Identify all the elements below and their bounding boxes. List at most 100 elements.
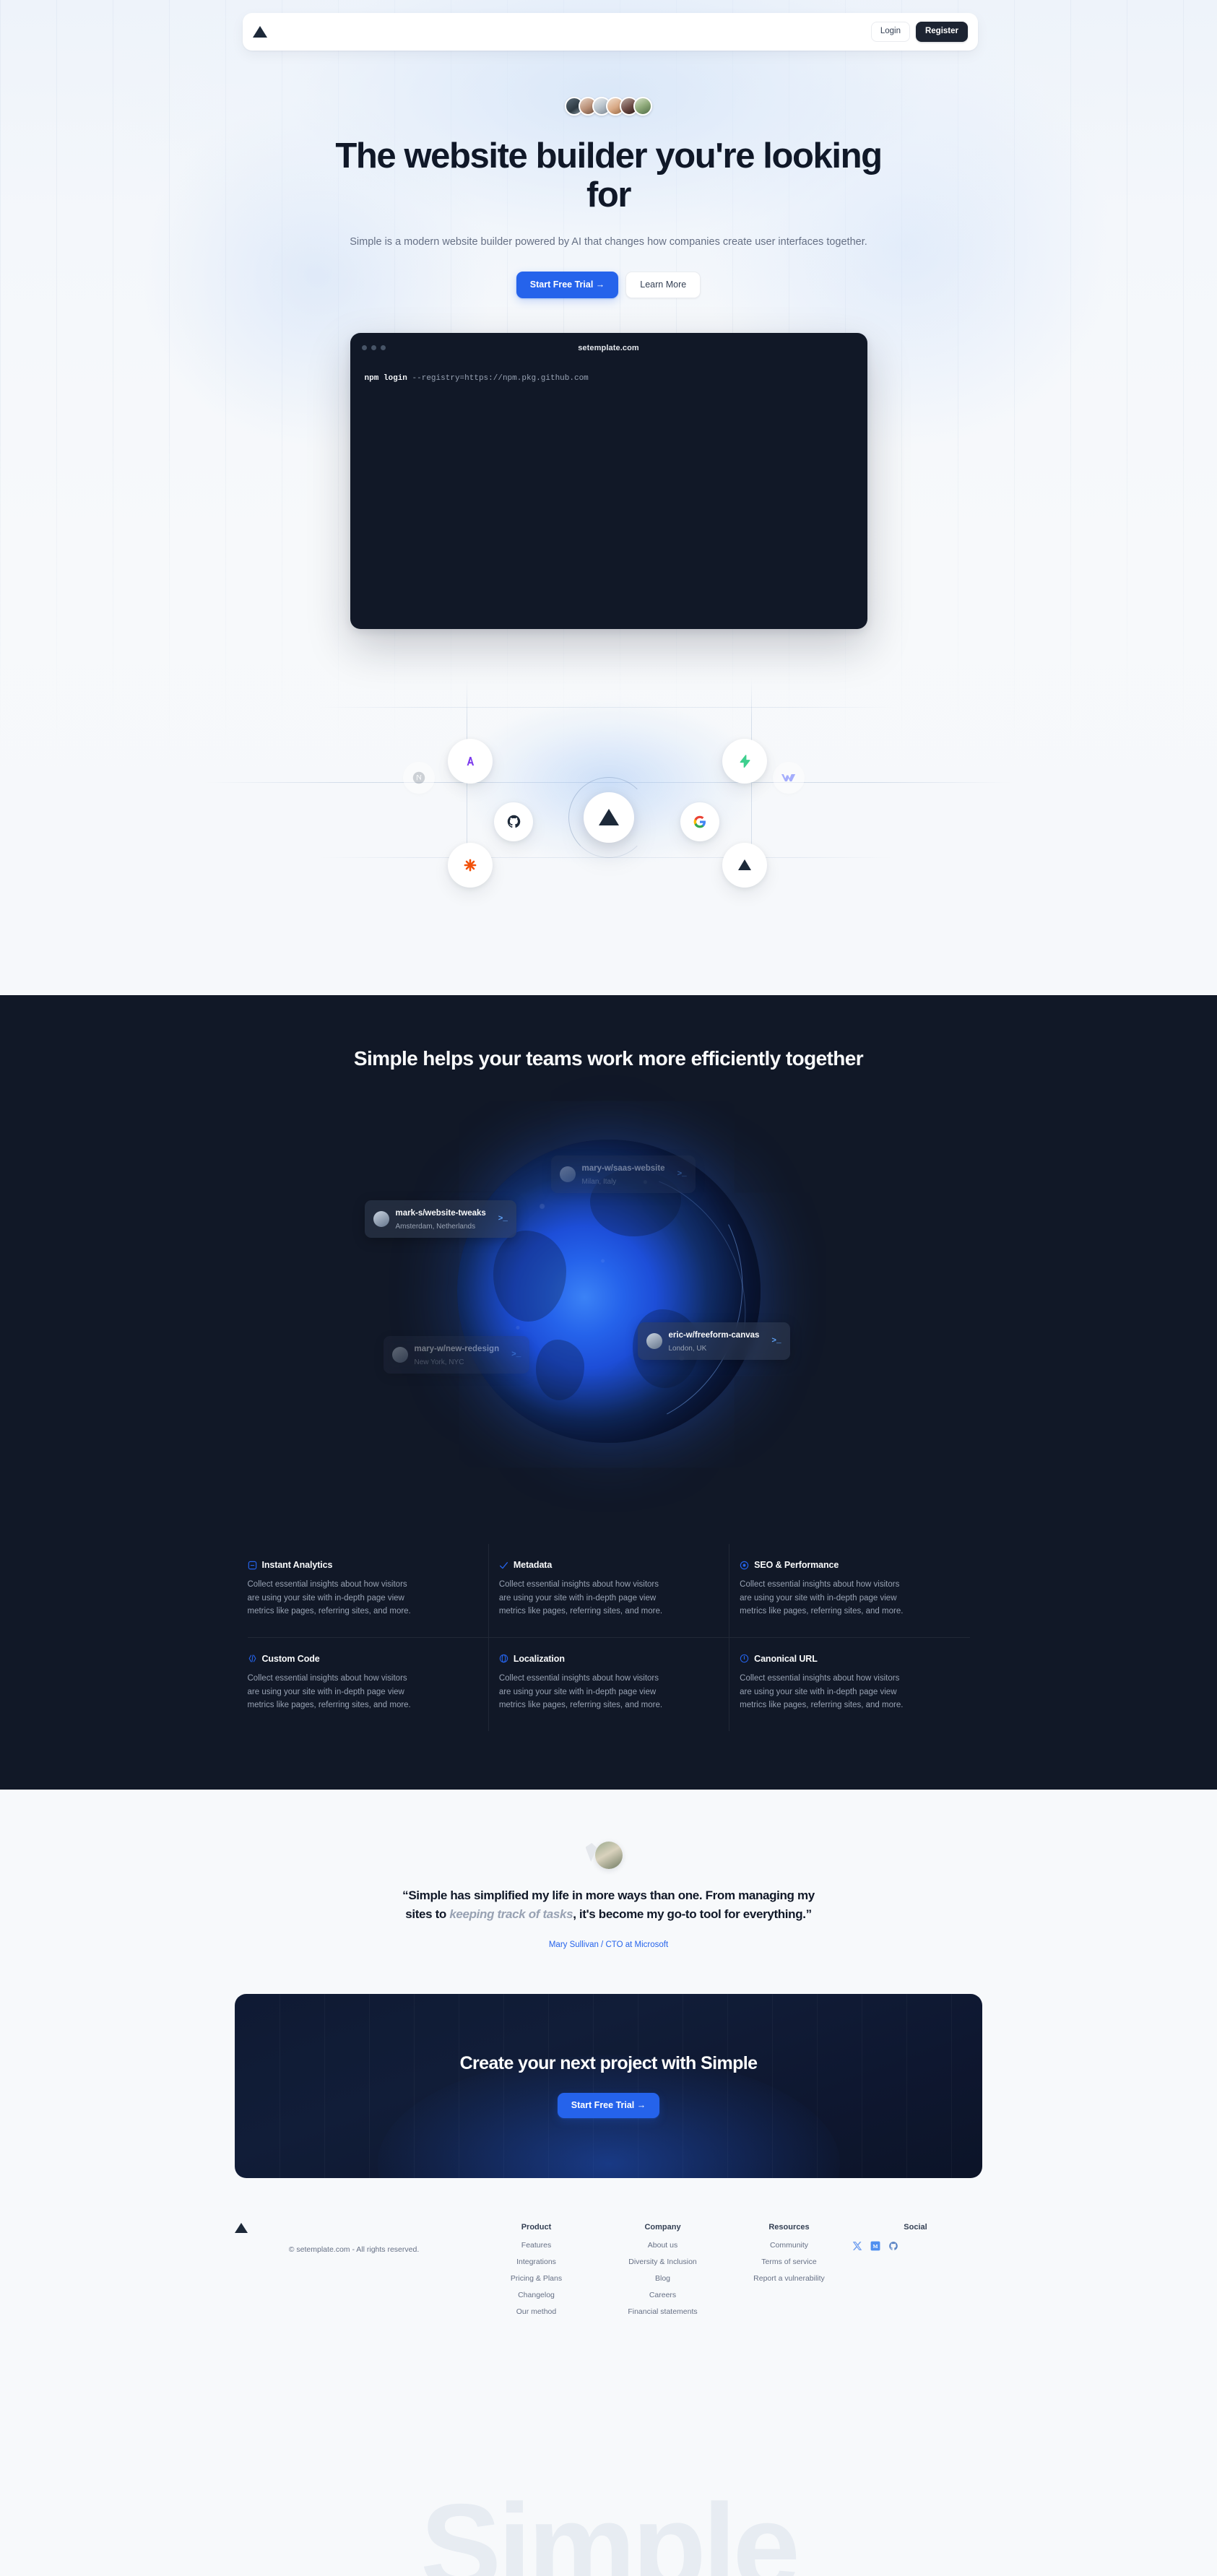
triangle-logo-icon[interactable] xyxy=(253,26,267,38)
testimonial-section: “Simple has simplified my life in more w… xyxy=(0,1790,1217,2346)
footer-link[interactable]: Features xyxy=(473,2241,599,2250)
feature-item: SEO & Performance Collect essential insi… xyxy=(729,1544,969,1637)
landing-page: Login Register The website builder you'r… xyxy=(0,0,1217,2576)
register-button[interactable]: Register xyxy=(915,22,968,42)
footer-link[interactable]: Blog xyxy=(599,2274,726,2283)
integration-node-nextjs[interactable] xyxy=(403,761,435,794)
globe-card[interactable]: eric-w/freeform-canvas London, UK >_ xyxy=(637,1322,790,1360)
footer-column-company: Company About us Diversity & Inclusion B… xyxy=(599,2223,726,2324)
globe-card[interactable]: mary-w/new-redesign New York, NYC >_ xyxy=(383,1336,530,1374)
social-links: M xyxy=(852,2241,979,2251)
center-ring-decoration xyxy=(568,776,649,858)
footer-column-heading: Product xyxy=(521,2222,552,2232)
medium-icon[interactable]: M xyxy=(870,2241,880,2251)
footer-link[interactable]: Our method xyxy=(473,2307,599,2316)
globe-card-location: London, UK xyxy=(668,1345,707,1353)
feature-description: Collect essential insights about how vis… xyxy=(247,1673,411,1710)
nextjs-icon xyxy=(412,771,425,784)
footer-link[interactable]: Diversity & Inclusion xyxy=(599,2258,726,2266)
quote-emphasis: keeping track of tasks xyxy=(449,1907,573,1922)
terminal-args: --registry=https://npm.pkg.github.com xyxy=(412,373,589,383)
svg-text:M: M xyxy=(872,2243,878,2250)
integration-node-google[interactable] xyxy=(680,802,719,841)
cta-banner: Create your next project with Simple Sta… xyxy=(235,1993,982,2178)
feature-header: Custom Code xyxy=(248,1654,469,1664)
footer-link[interactable]: Pricing & Plans xyxy=(473,2274,599,2283)
footer-link[interactable]: Financial statements xyxy=(599,2307,726,2316)
feature-item: Instant Analytics Collect essential insi… xyxy=(248,1544,488,1637)
webflow-icon xyxy=(781,773,796,781)
anthropic-icon xyxy=(467,756,475,766)
feature-item: Localization Collect essential insights … xyxy=(488,1636,729,1731)
hero-cta-group: Start Free Trial → Learn More xyxy=(0,272,1217,298)
feature-description: Collect essential insights about how vis… xyxy=(498,1673,663,1710)
globe-icon xyxy=(499,1655,508,1663)
google-icon xyxy=(693,815,706,828)
nav-actions: Login Register xyxy=(870,22,968,42)
target-icon xyxy=(740,1561,749,1569)
minimize-dot-icon[interactable] xyxy=(371,345,376,351)
footer-column-heading: Resources xyxy=(768,2222,810,2232)
check-icon xyxy=(499,1561,508,1569)
footer-link[interactable]: Community xyxy=(726,2241,852,2250)
footer-link[interactable]: Integrations xyxy=(473,2258,599,2266)
integration-node-asterisk[interactable] xyxy=(448,842,493,888)
feature-title: Canonical URL xyxy=(754,1653,818,1664)
terminal-titlebar: setemplate.com xyxy=(350,333,867,363)
footer-link[interactable]: Careers xyxy=(599,2291,726,2299)
cta-heading: Create your next project with Simple xyxy=(459,2053,758,2074)
triangle-logo-icon[interactable] xyxy=(235,2222,248,2233)
integration-node-vercel[interactable] xyxy=(722,842,767,888)
terminal-command: npm login xyxy=(364,373,407,383)
start-free-trial-button[interactable]: Start Free Trial → xyxy=(516,272,619,298)
globe-card[interactable]: mark-s/website-tweaks Amsterdam, Netherl… xyxy=(364,1200,516,1238)
copyright-text: © setemplate.com - All rights reserved. xyxy=(288,2245,420,2254)
globe-card-location: Milan, Italy xyxy=(581,1178,617,1186)
terminal-prompt-icon: >_ xyxy=(498,1215,508,1223)
avatar xyxy=(559,1166,576,1182)
teams-heading: Simple helps your teams work more effici… xyxy=(353,1047,864,1070)
learn-more-button[interactable]: Learn More xyxy=(625,272,701,298)
integration-node-anthropic[interactable] xyxy=(448,738,493,784)
integration-node-webflow[interactable] xyxy=(773,761,805,794)
integration-node-center[interactable] xyxy=(568,776,649,858)
teams-section: Simple helps your teams work more effici… xyxy=(0,995,1217,1790)
globe-card-location: New York, NYC xyxy=(414,1358,464,1366)
asterisk-icon xyxy=(464,859,477,872)
footer-link[interactable]: About us xyxy=(599,2241,726,2250)
integration-node-supabase[interactable] xyxy=(722,738,767,784)
x-twitter-icon[interactable] xyxy=(852,2241,862,2251)
avatar xyxy=(646,1333,662,1349)
feature-header: Metadata xyxy=(499,1560,710,1570)
quote-part-2: , it's become my go-to tool for everythi… xyxy=(573,1907,812,1922)
feature-description: Collect essential insights about how vis… xyxy=(740,1673,904,1710)
avatar xyxy=(373,1211,389,1227)
testimonial-author: Mary Sullivan / CTO at Microsoft xyxy=(0,1940,1217,1949)
feature-description: Collect essential insights about how vis… xyxy=(740,1580,904,1616)
feature-header: Canonical URL xyxy=(740,1654,950,1664)
github-icon xyxy=(507,815,520,828)
close-dot-icon[interactable] xyxy=(361,345,367,351)
footer-link[interactable]: Changelog xyxy=(473,2291,599,2299)
globe-card-repo: mary-w/new-redesign xyxy=(414,1345,500,1353)
window-controls xyxy=(361,345,386,351)
terminal-window: setemplate.com npm login --registry=http… xyxy=(350,332,867,629)
github-icon[interactable] xyxy=(888,2241,898,2251)
globe-card[interactable]: mary-w/saas-website Milan, Italy >_ xyxy=(550,1155,696,1193)
cta-start-free-trial-button[interactable]: Start Free Trial → xyxy=(557,2093,660,2118)
feature-description: Collect essential insights about how vis… xyxy=(247,1580,411,1616)
avatar-stack xyxy=(0,94,1217,118)
maximize-dot-icon[interactable] xyxy=(380,345,386,351)
footer-link[interactable]: Terms of service xyxy=(726,2258,852,2266)
login-button[interactable]: Login xyxy=(870,22,910,42)
footer-column-social: Social M xyxy=(852,2223,979,2324)
feature-title: Custom Code xyxy=(261,1653,320,1664)
globe-card-repo: mark-s/website-tweaks xyxy=(395,1209,486,1218)
author-role[interactable]: CTO at Microsoft xyxy=(605,1940,668,1949)
terminal-body: npm login --registry=https://npm.pkg.git… xyxy=(350,363,867,394)
globe-card-location: Amsterdam, Netherlands xyxy=(395,1223,476,1231)
footer-link[interactable]: Report a vulnerability xyxy=(726,2274,852,2283)
integration-node-github[interactable] xyxy=(494,802,533,841)
footer: © setemplate.com - All rights reserved. … xyxy=(235,2222,982,2346)
globe-visualization: mary-w/saas-website Milan, Italy >_ mark… xyxy=(320,1118,898,1479)
